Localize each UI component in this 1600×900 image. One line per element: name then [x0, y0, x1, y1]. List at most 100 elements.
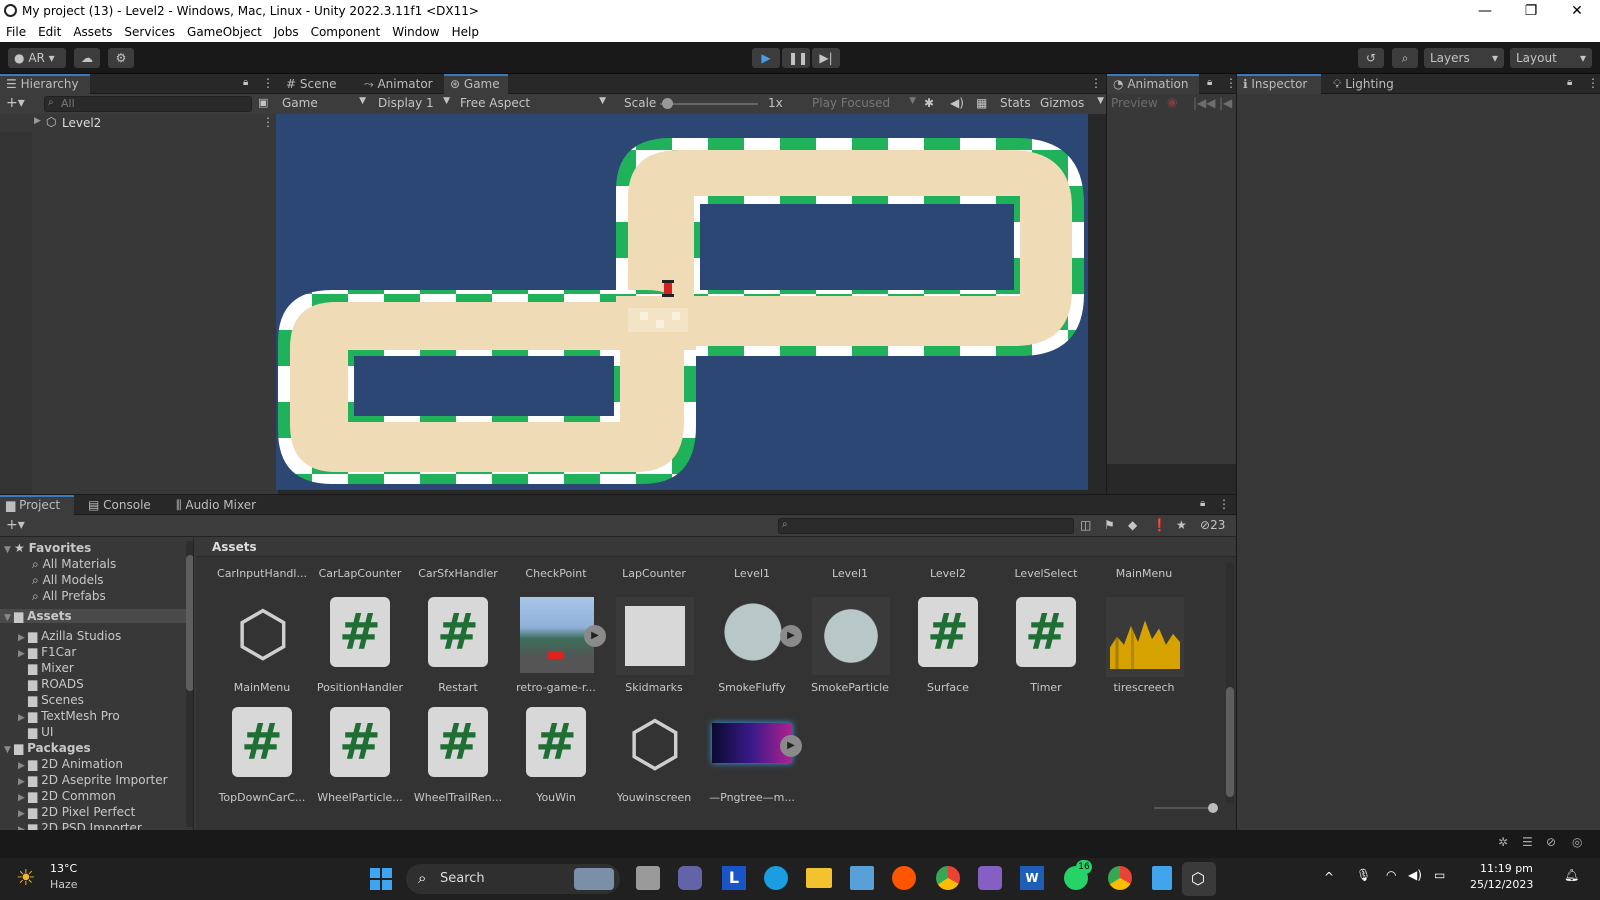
menu-jobs[interactable]: Jobs	[268, 22, 305, 39]
edge-icon[interactable]	[764, 866, 788, 890]
launcher-l-icon[interactable]: L	[722, 866, 746, 890]
asset-label[interactable]: CarSfxHandler	[410, 567, 506, 580]
clock-time[interactable]: 11:19 pm	[1480, 862, 1533, 875]
tree-package[interactable]: ▶ ▆ 2D Aseprite Importer	[18, 773, 168, 787]
menu-window[interactable]: Window	[386, 22, 445, 39]
menu-file[interactable]: File	[0, 22, 32, 39]
hierarchy-row-level2[interactable]: ▶ ⬡ Level2 ⋮	[0, 114, 278, 132]
tree-scrollbar[interactable]	[186, 541, 193, 827]
scale-slider-handle[interactable]	[662, 98, 673, 109]
game-view[interactable]	[276, 114, 1088, 490]
cache-icon[interactable]: ☰	[1522, 835, 1533, 849]
tree-folder[interactable]: ▶ ▆ F1Car	[18, 645, 76, 659]
tab-animator[interactable]: ⤳ Animator	[358, 74, 440, 94]
center-kebab-icon[interactable]: ⋮	[1090, 76, 1102, 90]
tree-folder[interactable]: ▆ Mixer	[18, 661, 74, 675]
menu-services[interactable]: Services	[118, 22, 181, 39]
hidden-packages-icon[interactable]: ⊘23	[1200, 518, 1225, 532]
asset-label[interactable]: Level2	[900, 567, 996, 580]
keyboard-icon[interactable]: ▦	[976, 96, 987, 110]
tree-all-models[interactable]: ⌕ All Models	[32, 573, 104, 588]
menu-help[interactable]: Help	[446, 22, 485, 39]
animation-lock-icon[interactable]: 🔒︎	[1207, 77, 1212, 88]
photos-icon[interactable]	[850, 866, 874, 890]
tab-game[interactable]: ⊛ Game	[444, 74, 508, 94]
tree-all-prefabs[interactable]: ⌕ All Prefabs	[32, 589, 106, 604]
tree-folder[interactable]: ▆ Scenes	[18, 693, 84, 707]
record-icon[interactable]: ◉	[1167, 95, 1177, 109]
inspector-lock-icon[interactable]: 🔒︎	[1567, 77, 1572, 88]
tab-scene[interactable]: # Scene	[280, 74, 350, 94]
debug-icon[interactable]: ✲	[1498, 835, 1508, 849]
soundcloud-icon[interactable]	[892, 866, 916, 890]
asset-label[interactable]: Level1	[704, 567, 800, 580]
maximize-button[interactable]: ❐	[1508, 0, 1554, 22]
play-button[interactable]: ▶	[752, 48, 780, 68]
tree-folder[interactable]: ▶ ▆ TextMesh Pro	[18, 709, 120, 723]
asset-label[interactable]: MainMenu	[1096, 567, 1192, 580]
chrome-icon[interactable]	[936, 866, 960, 890]
pause-button[interactable]: ❚❚	[782, 48, 810, 68]
tab-hierarchy[interactable]: ☰ Hierarchy	[0, 74, 90, 94]
unity-taskbar-button[interactable]: ⬡	[1182, 862, 1216, 896]
scene-visibility-icon[interactable]: ▣	[258, 96, 268, 109]
search-icon[interactable]: ⌕	[1392, 48, 1418, 68]
chrome-profile-icon[interactable]	[1108, 866, 1132, 890]
tree-assets[interactable]: ▼ ▆ Assets	[0, 609, 193, 623]
expand-arrow-icon[interactable]: ▶	[34, 116, 41, 126]
tab-console[interactable]: ▤ Console	[82, 495, 164, 515]
expand-sprite-icon[interactable]: ▶	[584, 625, 606, 647]
row-kebab-icon[interactable]: ⋮	[262, 115, 274, 129]
asset-label[interactable]: LevelSelect	[998, 567, 1094, 580]
weather-icon[interactable]: ☀	[16, 866, 36, 891]
expand-sprite-icon[interactable]: ▶	[780, 735, 802, 757]
menu-gameobject[interactable]: GameObject	[181, 22, 268, 39]
game-mode-dropdown[interactable]: Game ▼	[282, 96, 366, 110]
asset-label[interactable]: CarInputHandl...	[214, 567, 310, 580]
tree-package[interactable]: ▶ ▆ 2D Animation	[18, 757, 123, 771]
notification-bell-icon[interactable]: 🔔︎	[1564, 868, 1579, 882]
project-lock-icon[interactable]: 🔒︎	[1200, 498, 1205, 509]
word-icon[interactable]: W	[1020, 866, 1044, 890]
display-dropdown[interactable]: Display 1 ▼	[378, 96, 450, 110]
tree-folder[interactable]: ▶ ▆ Azilla Studios	[18, 629, 121, 643]
mute-audio-icon[interactable]: ◀)	[950, 96, 964, 110]
create-icon[interactable]: +▾	[6, 517, 25, 533]
microphone-icon[interactable]: 🎙︎	[1356, 868, 1371, 882]
project-kebab-icon[interactable]: ⋮	[1218, 497, 1230, 511]
auto-refresh-icon[interactable]: ◎	[1572, 835, 1582, 849]
task-view-icon[interactable]	[636, 866, 660, 890]
prev-frame-icon[interactable]: |◀	[1219, 96, 1232, 110]
asset-label[interactable]: Level1	[802, 567, 898, 580]
menu-edit[interactable]: Edit	[32, 22, 67, 39]
account-button[interactable]: ● AR ▾	[8, 48, 66, 68]
inspector-kebab-icon[interactable]: ⋮	[1587, 76, 1599, 90]
cloud-icon[interactable]: ☁	[74, 48, 100, 68]
bug-icon[interactable]: ✱	[924, 96, 934, 110]
breadcrumb-assets[interactable]: Assets	[212, 540, 257, 554]
file-explorer-icon[interactable]	[806, 868, 832, 888]
visual-studio-icon[interactable]	[978, 866, 1002, 890]
gizmos-dropdown[interactable]: Gizmos ▼	[1040, 96, 1104, 110]
icon-size-handle[interactable]	[1208, 803, 1218, 813]
battery-icon[interactable]: ▭	[1434, 868, 1445, 882]
search-by-type-icon[interactable]: ◫	[1080, 518, 1091, 532]
asset-label[interactable]: CarLapCounter	[312, 567, 408, 580]
preview-button[interactable]: Preview	[1111, 96, 1158, 110]
tab-audio-mixer[interactable]: ⫼ Audio Mixer	[170, 495, 270, 515]
menu-component[interactable]: Component	[305, 22, 387, 39]
tree-package[interactable]: ▶ ▆ 2D Common	[18, 789, 116, 803]
warning-icon[interactable]: ❗	[1152, 518, 1167, 532]
network-icon[interactable]: ⊘	[1546, 835, 1556, 849]
hierarchy-search-input[interactable]: All	[44, 96, 252, 112]
menu-assets[interactable]: Assets	[67, 22, 118, 39]
asset-scrollbar[interactable]	[1226, 563, 1234, 803]
lock-icon[interactable]: 🔒︎	[243, 77, 248, 88]
windows-start-icon[interactable]	[368, 866, 394, 892]
clock-date[interactable]: 25/12/2023	[1470, 878, 1533, 891]
play-focused-dropdown[interactable]: Play Focused ▼	[812, 96, 916, 110]
add-icon[interactable]: +▾	[6, 95, 25, 111]
tree-package[interactable]: ▶ ▆ 2D Pixel Perfect	[18, 805, 135, 819]
tree-favorites[interactable]: ▼ ★ Favorites	[4, 541, 91, 555]
wifi-icon[interactable]: ◠	[1386, 868, 1396, 882]
